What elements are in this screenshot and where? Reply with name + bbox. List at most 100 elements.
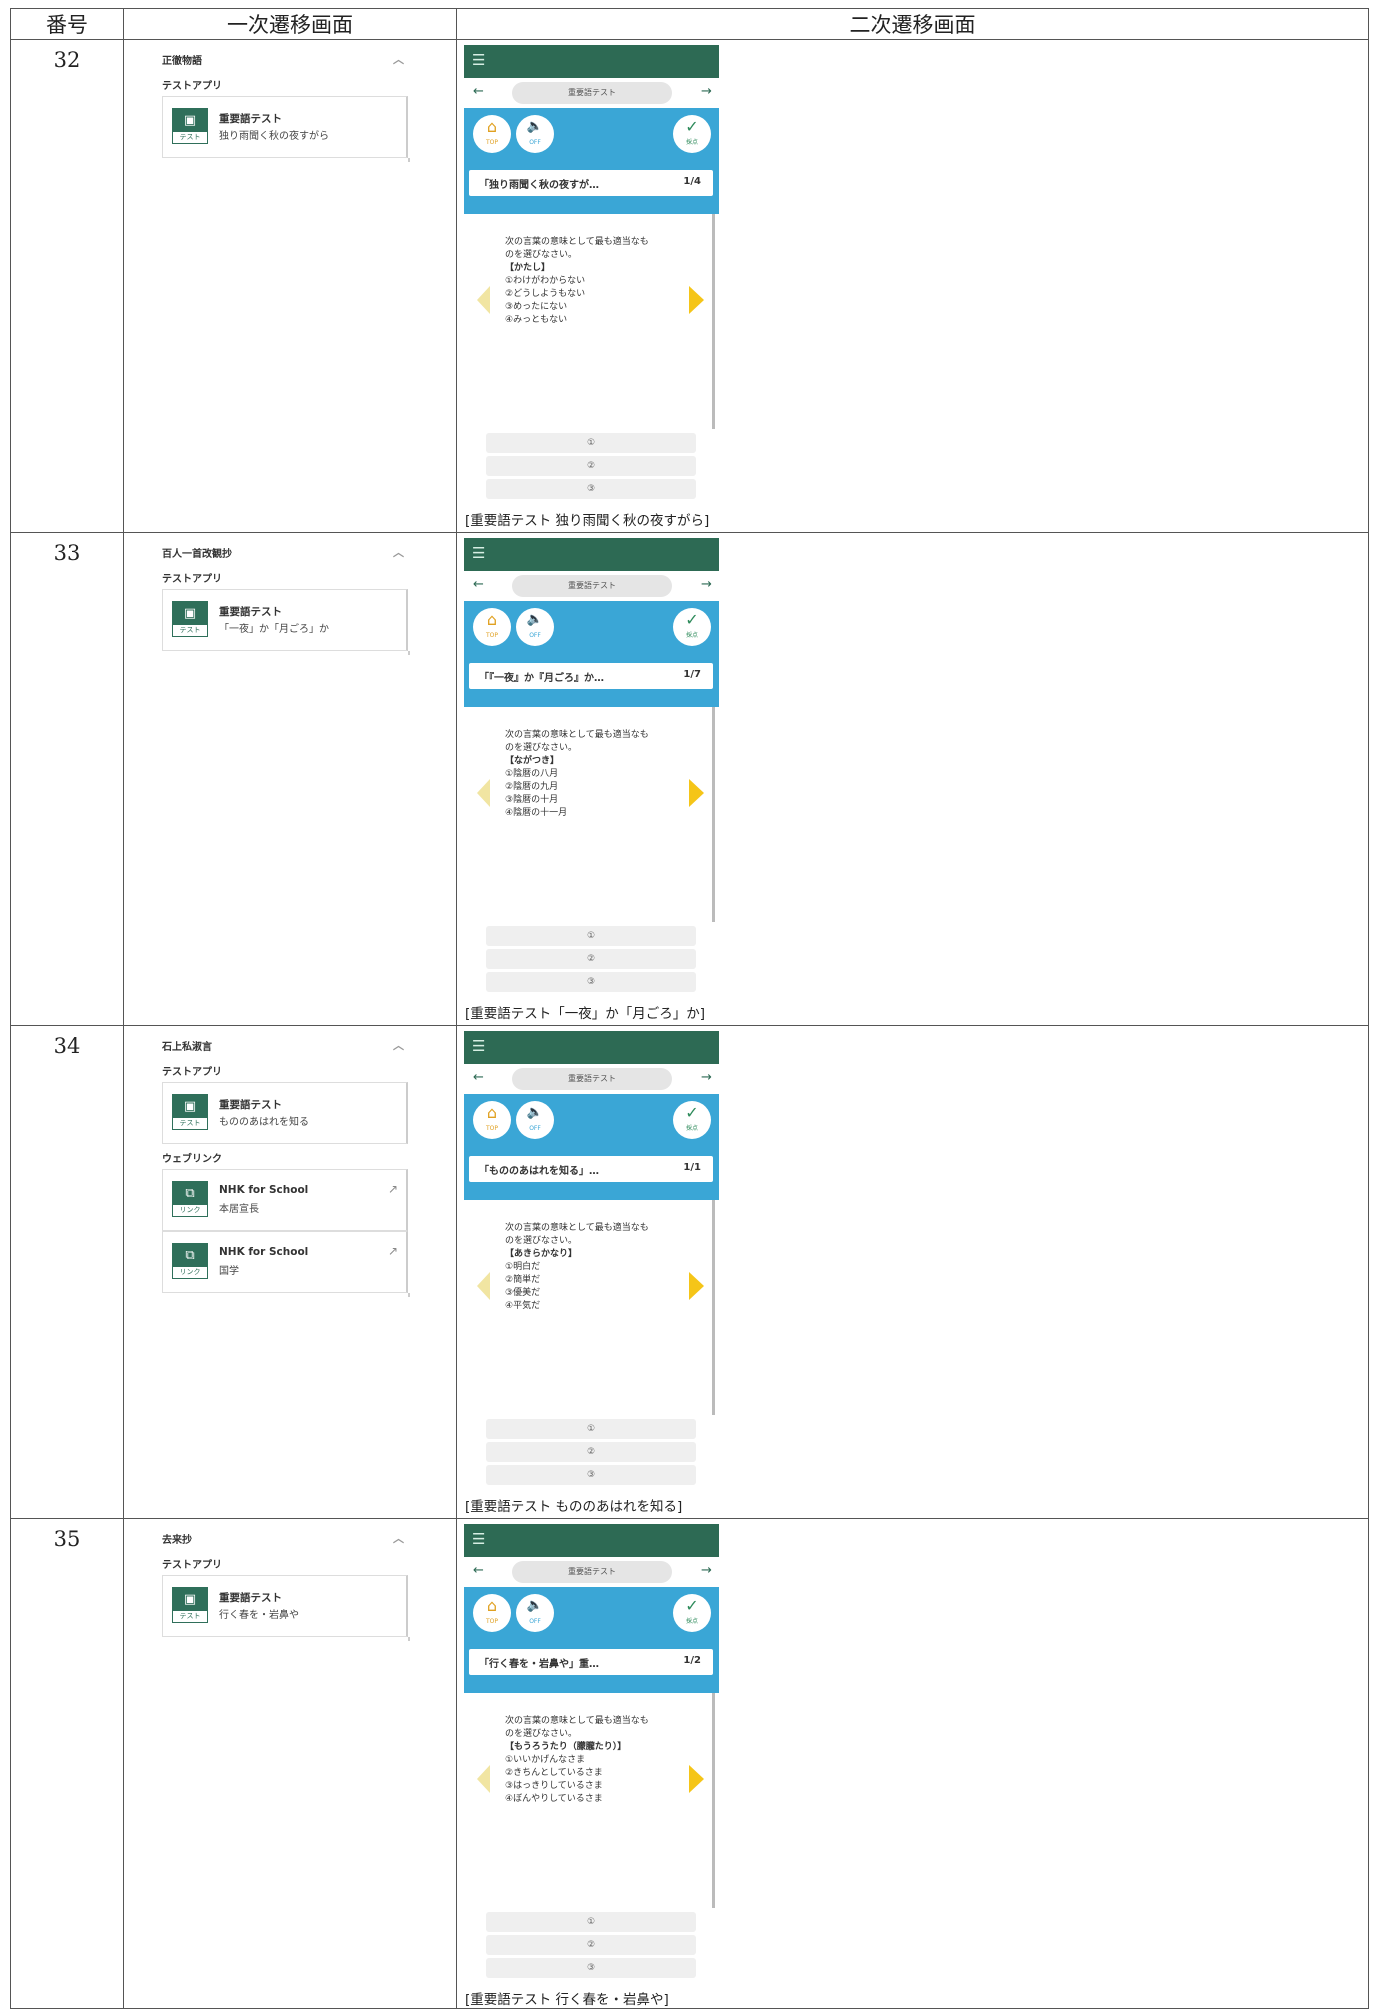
second-screen-cell: ☰ ← 重要語テスト → ⌂ TOP 🔈 OFF ✓ 採点 「行く春を・岩鼻や」重… 1/2 次の言葉の… bbox=[456, 1518, 1369, 2009]
forward-arrow-icon[interactable]: → bbox=[701, 577, 712, 592]
prev-question-arrow[interactable] bbox=[477, 286, 490, 314]
answer-button[interactable]: ② bbox=[486, 1935, 696, 1955]
back-arrow-icon[interactable]: ← bbox=[473, 577, 484, 592]
prev-question-arrow[interactable] bbox=[477, 1765, 490, 1793]
title-nav: ← 重要語テスト → bbox=[464, 571, 719, 601]
answer-button[interactable]: ① bbox=[486, 1912, 696, 1932]
answer-button[interactable]: ③ bbox=[486, 479, 696, 499]
chevron-up-icon[interactable]: ︿ bbox=[393, 1037, 404, 1053]
panel-title: 百人一首改観抄 bbox=[162, 548, 232, 560]
option-text: ②きちんとしているさま bbox=[505, 1768, 603, 1778]
external-link-icon[interactable]: ↗ bbox=[388, 1244, 398, 1258]
panel-header[interactable]: 石上私淑言 ︿ bbox=[162, 1033, 408, 1057]
keyword: 【ながつき】 bbox=[505, 756, 560, 766]
home-button[interactable]: ⌂ TOP bbox=[473, 608, 511, 646]
scrollbar[interactable] bbox=[712, 1693, 715, 1908]
prompt-line: のを選びなさい。 bbox=[505, 1729, 578, 1739]
answer-button[interactable]: ② bbox=[486, 1442, 696, 1462]
hamburger-menu-icon[interactable]: ☰ bbox=[472, 1530, 485, 1548]
prompt-line: のを選びなさい。 bbox=[505, 743, 578, 753]
home-button[interactable]: ⌂ TOP bbox=[473, 115, 511, 153]
list-item[interactable]: ▣ テスト 重要語テスト 独り雨聞く秋の夜すがら bbox=[162, 96, 408, 158]
score-button[interactable]: ✓ 採点 bbox=[673, 115, 711, 153]
next-question-arrow[interactable] bbox=[689, 1765, 704, 1793]
list-item[interactable]: ⧉ リンク NHK for School 国学 ↗ bbox=[162, 1231, 408, 1293]
external-link-icon[interactable]: ↗ bbox=[388, 1182, 398, 1196]
app-top-bar: ☰ bbox=[464, 1524, 719, 1557]
option-text: ②陰暦の九月 bbox=[505, 782, 559, 792]
forward-arrow-icon[interactable]: → bbox=[701, 84, 712, 99]
speaker-icon: 🔈 bbox=[526, 1598, 544, 1613]
prev-question-arrow[interactable] bbox=[477, 1272, 490, 1300]
home-button[interactable]: ⌂ TOP bbox=[473, 1594, 511, 1632]
forward-arrow-icon[interactable]: → bbox=[701, 1070, 712, 1085]
answer-button[interactable]: ① bbox=[486, 1419, 696, 1439]
next-question-arrow[interactable] bbox=[689, 286, 704, 314]
sound-button[interactable]: 🔈 OFF bbox=[516, 115, 554, 153]
panel-header[interactable]: 去来抄 ︿ bbox=[162, 1526, 408, 1550]
item-title: 重要語テスト bbox=[219, 606, 282, 618]
back-arrow-icon[interactable]: ← bbox=[473, 84, 484, 99]
question-counter: 1/4 bbox=[683, 176, 701, 187]
list-item[interactable]: ⧉ リンク NHK for School 本居宣長 ↗ bbox=[162, 1169, 408, 1231]
chevron-up-icon[interactable]: ︿ bbox=[393, 51, 404, 67]
answer-button[interactable]: ③ bbox=[486, 1958, 696, 1978]
panel-header[interactable]: 百人一首改観抄 ︿ bbox=[162, 540, 408, 564]
answer-button[interactable]: ③ bbox=[486, 1465, 696, 1485]
next-question-arrow[interactable] bbox=[689, 779, 704, 807]
hamburger-menu-icon[interactable]: ☰ bbox=[472, 51, 485, 69]
check-icon: ✓ bbox=[685, 610, 699, 629]
phone-screenshot: ☰ ← 重要語テスト → ⌂ TOP 🔈 OFF ✓ 採点 「行く春を・岩鼻や」重… 1/2 次の言葉の… bbox=[464, 1524, 719, 1989]
scrollbar[interactable] bbox=[712, 214, 715, 429]
list-item[interactable]: ▣ テスト 重要語テスト 行く春を・岩鼻や bbox=[162, 1575, 408, 1637]
score-label: 採点 bbox=[685, 1618, 698, 1625]
option-text: ④平気だ bbox=[505, 1301, 541, 1311]
sound-label: OFF bbox=[529, 632, 541, 639]
sound-button[interactable]: 🔈 OFF bbox=[516, 1594, 554, 1632]
answer-button[interactable]: ② bbox=[486, 949, 696, 969]
first-screen-panel: 石上私淑言 ︿ テストアプリ ▣ テスト 重要語テスト もののあはれを知る ウェブリンク ⧉ リン… bbox=[162, 1033, 410, 1297]
score-button[interactable]: ✓ 採点 bbox=[673, 608, 711, 646]
home-label: TOP bbox=[485, 632, 498, 639]
scrollbar[interactable] bbox=[712, 1200, 715, 1415]
hamburger-menu-icon[interactable]: ☰ bbox=[472, 544, 485, 562]
answer-button[interactable]: ① bbox=[486, 926, 696, 946]
hamburger-menu-icon[interactable]: ☰ bbox=[472, 1037, 485, 1055]
answer-button[interactable]: ③ bbox=[486, 972, 696, 992]
option-text: ①わけがわからない bbox=[505, 276, 586, 286]
prompt-line: 次の言葉の意味として最も適当なも bbox=[505, 730, 649, 740]
list-item[interactable]: ▣ テスト 重要語テスト もののあはれを知る bbox=[162, 1082, 408, 1144]
icon-glyph: ▣ bbox=[173, 1588, 207, 1611]
chevron-up-icon[interactable]: ︿ bbox=[393, 1530, 404, 1546]
quiz-header: ⌂ TOP 🔈 OFF ✓ 採点 「『一夜』か『月ごろ』か… 1/7 bbox=[464, 601, 719, 707]
row-number: 33 bbox=[10, 532, 124, 1026]
scrollbar[interactable] bbox=[712, 707, 715, 922]
score-button[interactable]: ✓ 採点 bbox=[673, 1101, 711, 1139]
prev-question-arrow[interactable] bbox=[477, 779, 490, 807]
panel-header[interactable]: 正徹物語 ︿ bbox=[162, 47, 408, 71]
prompt-line: のを選びなさい。 bbox=[505, 250, 578, 260]
question-title: 「行く春を・岩鼻や」重… bbox=[479, 1659, 599, 1670]
chevron-up-icon[interactable]: ︿ bbox=[393, 544, 404, 560]
answer-button[interactable]: ② bbox=[486, 456, 696, 476]
question-area: 次の言葉の意味として最も適当なも のを選びなさい。 【もうろうたり（朦朧たり）】 ①い… bbox=[464, 1693, 719, 1983]
answer-button[interactable]: ① bbox=[486, 433, 696, 453]
keyword: 【もうろうたり（朦朧たり）】 bbox=[505, 1742, 627, 1752]
back-arrow-icon[interactable]: ← bbox=[473, 1070, 484, 1085]
item-title: 重要語テスト bbox=[219, 1099, 282, 1111]
next-question-arrow[interactable] bbox=[689, 1272, 704, 1300]
score-label: 採点 bbox=[685, 139, 698, 146]
second-screen-cell: ☰ ← 重要語テスト → ⌂ TOP 🔈 OFF ✓ 採点 「独り雨聞く秋の夜すが… 1/4 次の言葉の… bbox=[456, 39, 1369, 533]
sound-button[interactable]: 🔈 OFF bbox=[516, 1101, 554, 1139]
back-arrow-icon[interactable]: ← bbox=[473, 1563, 484, 1578]
list-item[interactable]: ▣ テスト 重要語テスト 「一夜」か「月ごろ」か bbox=[162, 589, 408, 651]
panel-edge bbox=[162, 1293, 410, 1297]
home-button[interactable]: ⌂ TOP bbox=[473, 1101, 511, 1139]
sound-button[interactable]: 🔈 OFF bbox=[516, 608, 554, 646]
forward-arrow-icon[interactable]: → bbox=[701, 1563, 712, 1578]
option-text: ②簡単だ bbox=[505, 1275, 541, 1285]
home-label: TOP bbox=[485, 1125, 498, 1132]
item-title: NHK for School bbox=[219, 1184, 309, 1196]
speaker-icon: 🔈 bbox=[526, 612, 544, 627]
score-button[interactable]: ✓ 採点 bbox=[673, 1594, 711, 1632]
